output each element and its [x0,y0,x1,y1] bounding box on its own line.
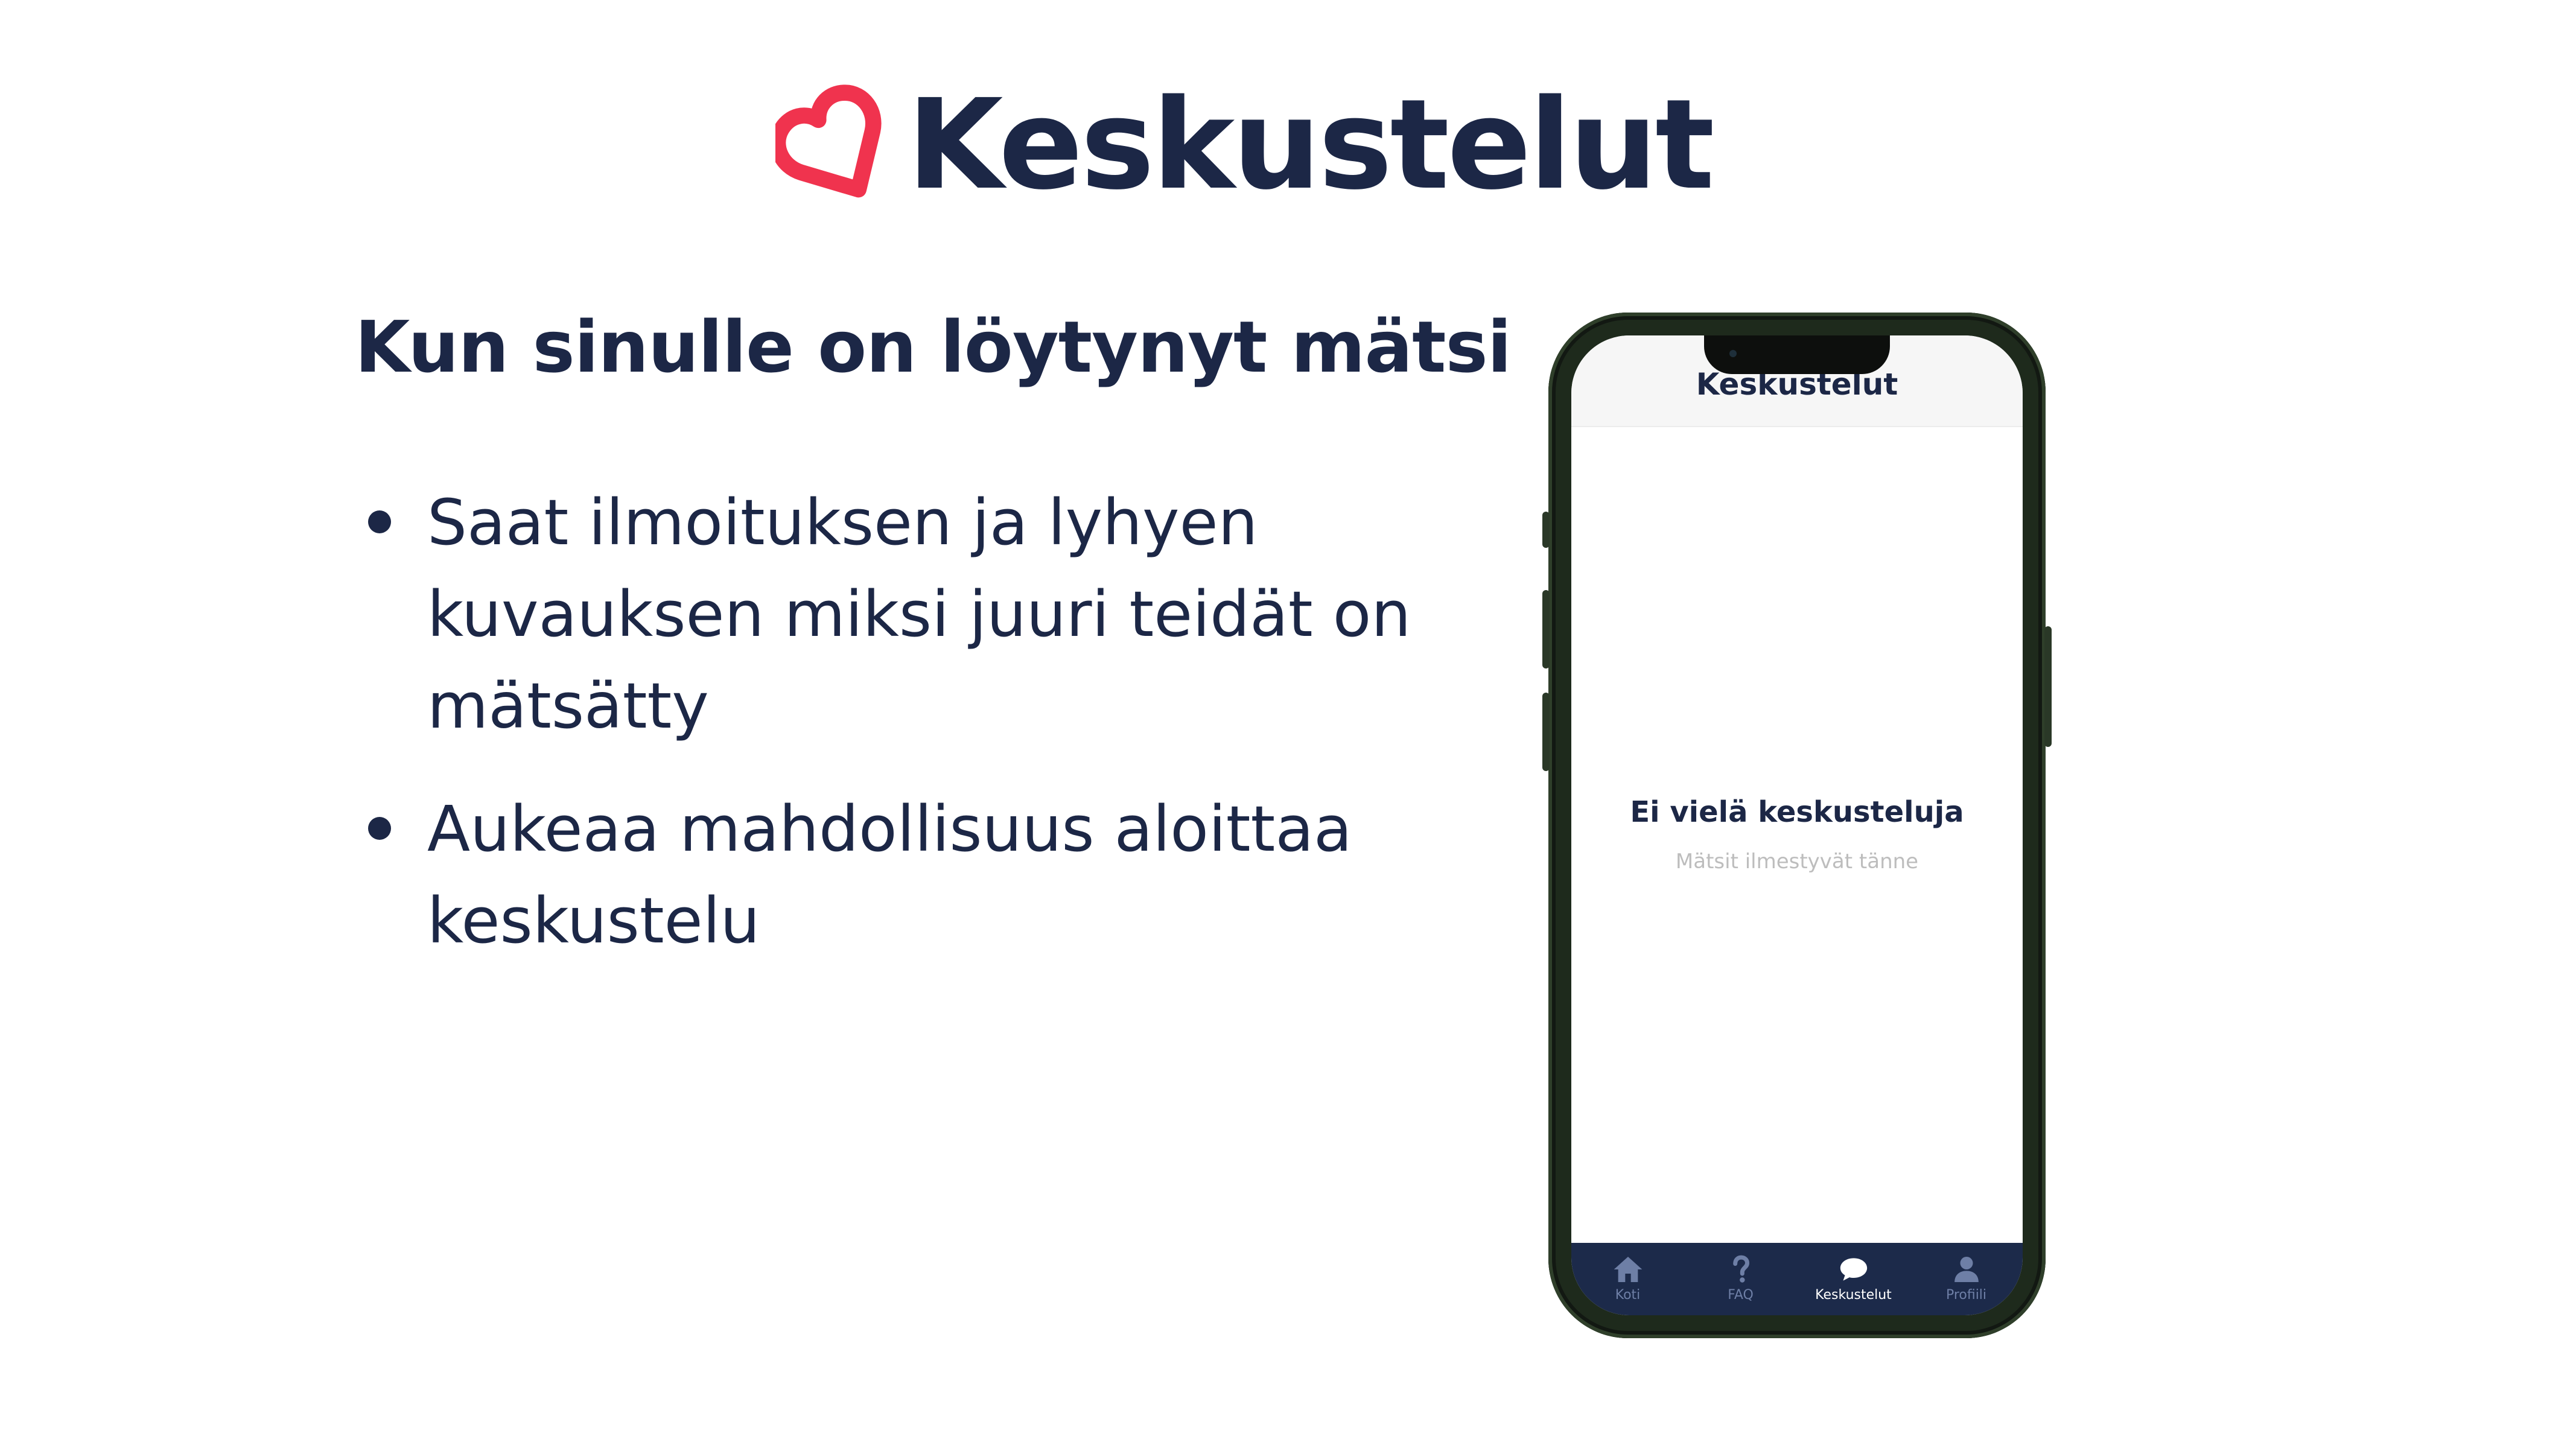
home-icon [1614,1257,1642,1282]
empty-state-title: Ei vielä keskusteluja [1630,795,1964,829]
tab-label: Keskustelut [1815,1288,1892,1303]
user-icon [1954,1257,1979,1282]
phone-screen: Keskustelut Ei vielä keskusteluja Mätsit… [1571,335,2023,1315]
tab-label: FAQ [1728,1288,1754,1303]
bullet-dot [368,817,391,840]
brand-header: Keskustelut [775,72,1715,217]
bullet-list: Saat ilmoituksen ja lyhyen kuvauksen mik… [355,477,1453,998]
tab-label: Profiili [1945,1288,1987,1303]
phone-side-button [1542,512,1550,548]
bullet-item: Aukeaa mahdollisuus aloittaa keskustelu [355,783,1453,967]
bullet-text: Aukeaa mahdollisuus aloittaa keskustelu [427,792,1352,957]
heart-outline-icon [775,84,882,198]
bullet-text: Saat ilmoituksen ja lyhyen kuvauksen mik… [427,486,1411,743]
bottom-tab-bar: Koti FAQ Keskustelut Profiili [1571,1243,2023,1315]
tab-profiili[interactable]: Profiili [1912,1253,2021,1303]
bullet-item: Saat ilmoituksen ja lyhyen kuvauksen mik… [355,477,1453,752]
bullet-dot [368,510,391,533]
phone-mockup: Keskustelut Ei vielä keskusteluja Mätsit… [1542,313,2052,1338]
phone-volume-up-button [1542,590,1550,668]
chat-bubble-icon [1840,1258,1867,1281]
page-headline: Kun sinulle on löytynyt mätsi [355,305,1512,389]
tab-faq[interactable]: FAQ [1687,1253,1795,1303]
phone-power-button [2044,626,2052,747]
tab-label: Koti [1615,1288,1641,1303]
phone-notch [1704,335,1890,374]
empty-state-subtitle: Mätsit ilmestyvät tänne [1675,849,1919,874]
question-icon [1732,1255,1749,1283]
tab-keskustelut[interactable]: Keskustelut [1799,1253,1908,1303]
tab-koti[interactable]: Koti [1574,1253,1682,1303]
phone-volume-down-button [1542,693,1550,771]
brand-title: Keskustelut [907,72,1715,217]
camera-icon [1729,350,1737,357]
